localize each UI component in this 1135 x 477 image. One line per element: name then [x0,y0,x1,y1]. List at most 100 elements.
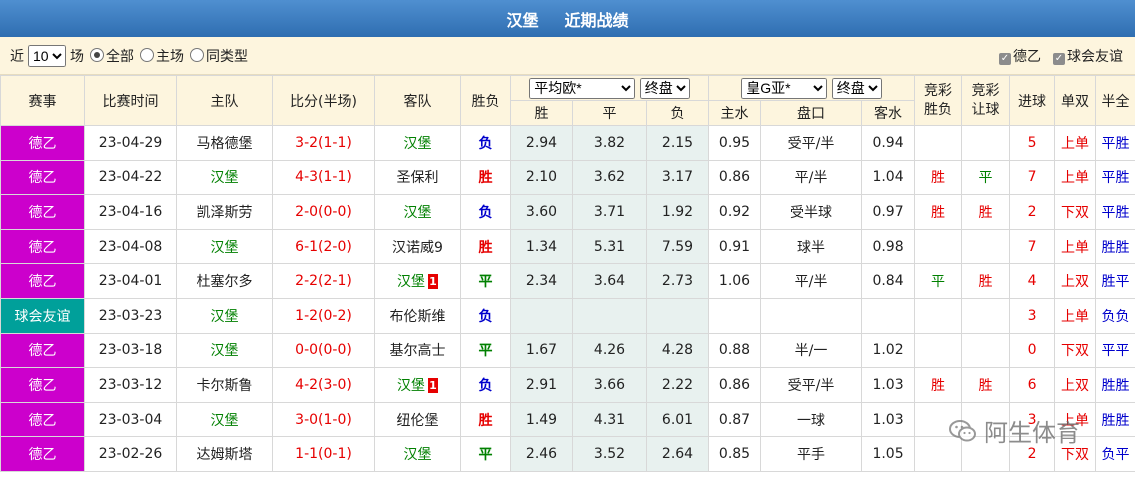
home-team-cell[interactable]: 汉堡 [176,228,273,265]
date-cell: 23-03-18 [84,332,177,369]
col-odd-even: 单双 [1054,75,1097,126]
score-cell[interactable]: 3-0(1-0) [272,401,375,438]
away-team-name: 汉堡 [403,135,432,152]
league-cell[interactable]: 德乙 [0,332,85,369]
checkbox-icon[interactable]: ✓ [999,52,1011,65]
match-count-select[interactable]: 10 [28,44,66,67]
score-cell[interactable]: 6-1(2-0) [272,228,375,265]
score-cell[interactable]: 4-3(1-1) [272,159,375,196]
asia-handicap-cell: 平/半 [760,159,863,196]
euro-company-select[interactable]: 平均欧* [529,77,636,99]
asia-away-water-cell [861,297,916,334]
col-asia-away-water: 客水 [861,100,916,126]
home-team-cell[interactable]: 杜塞尔多 [176,263,273,299]
date-cell: 23-04-29 [84,125,177,161]
table-row: 德乙 23-03-18 汉堡 0-0(0-0) 基尔高士平 1.67 4.26 4.28 0.8… [0,332,1135,369]
away-team-cell[interactable]: 汉堡 [374,194,461,230]
league-cell[interactable]: 德乙 [0,263,85,299]
asia-handicap-cell [760,297,863,334]
asia-phase-select[interactable]: 终盘 [831,77,882,99]
league-cell[interactable]: 球会友谊 [0,297,85,334]
col-euro-draw: 平 [572,100,647,126]
score-cell[interactable]: 3-2(1-1) [272,125,375,161]
home-team-cell[interactable]: 汉堡 [176,401,273,438]
table-row: 球会友谊 23-03-23 汉堡 1-2(0-2) 布伦斯维负 3 上单 负负 [0,297,1135,334]
away-team-cell[interactable]: 基尔高士 [374,332,461,369]
score-cell[interactable]: 2-2(2-1) [272,263,375,299]
jc-result-cell: 平 [914,263,963,299]
goals-cell: 2 [1009,194,1056,230]
league-cell[interactable]: 德乙 [0,436,85,472]
league-cell[interactable]: 德乙 [0,194,85,230]
score-cell[interactable]: 1-1(0-1) [272,436,375,472]
half-full-cell: 负负 [1095,297,1135,334]
euro-lose-cell: 6.01 [645,401,710,438]
euro-win-cell [510,297,573,334]
euro-draw-cell: 5.31 [572,228,647,265]
half-full-cell: 平胜 [1095,159,1135,196]
red-card-badge: 1 [428,274,438,290]
euro-lose-cell: 2.64 [645,436,710,472]
away-team-cell[interactable]: 布伦斯维 [374,297,461,334]
home-team-cell[interactable]: 凯泽斯劳 [176,194,273,230]
filter-radio-1[interactable] [140,47,154,62]
home-team-cell[interactable]: 卡尔斯鲁 [176,367,273,403]
home-team-cell[interactable]: 达姆斯塔 [176,436,273,472]
asia-handicap-cell: 受平/半 [760,367,863,403]
euro-win-cell: 2.46 [510,436,573,472]
league-cell[interactable]: 德乙 [0,367,85,403]
away-team-cell[interactable]: 汉诺威9 [374,228,461,265]
table-row: 德乙 23-04-08 汉堡 6-1(2-0) 汉诺威9 胜 1.34 5.31 7.59 0.9… [0,228,1135,265]
away-team-cell[interactable]: 圣保利 [374,159,461,196]
league-cell[interactable]: 德乙 [0,125,85,161]
home-team-cell[interactable]: 汉堡 [176,332,273,369]
checkbox-icon[interactable]: ✓ [1053,52,1065,65]
date-cell: 23-04-01 [84,263,177,299]
euro-phase-select[interactable]: 终盘 [639,77,690,99]
filter-radio-2[interactable] [190,47,204,62]
away-team-cell[interactable]: 汉堡 1 [374,263,461,299]
league-cell[interactable]: 德乙 [0,401,85,438]
score-cell[interactable]: 2-0(0-0) [272,194,375,230]
home-team-cell[interactable]: 汉堡 [176,159,273,196]
score-cell[interactable]: 4-2(3-0) [272,367,375,403]
home-team-cell[interactable]: 汉堡 [176,297,273,334]
euro-win-cell: 1.49 [510,401,573,438]
count-prefix: 近 [10,48,24,65]
away-team-cell[interactable]: 汉堡 [374,125,461,161]
jc-handicap-cell: 胜 [961,263,1011,299]
away-team-name: 汉堡 [403,447,432,464]
jc-handicap-cell [961,125,1011,161]
league-cell[interactable]: 德乙 [0,228,85,265]
home-team-cell[interactable]: 马格德堡 [176,125,273,161]
away-team-name: 汉诺威9 [392,239,443,256]
filter-toolbar: 近 10 场 全部 主场 同类型 ✓ 德乙 ✓ 球会友谊 [0,37,1135,75]
score-cell[interactable]: 0-0(0-0) [272,332,375,369]
result-cell: 胜 [460,159,511,196]
result-cell: 负 [460,297,511,334]
jc-result-cell [914,297,963,334]
asia-company-select[interactable]: 皇G亚* [741,77,828,99]
result-cell: 负 [460,194,511,230]
away-team-name: 汉堡 [403,204,432,221]
odd-even-cell: 上单 [1054,125,1097,161]
table-row: 德乙 23-04-16 凯泽斯劳 2-0(0-0) 汉堡负 3.60 3.71 1.92 0.9… [0,194,1135,230]
league-check-0[interactable]: ✓ 德乙 [999,46,1041,66]
league-cell[interactable]: 德乙 [0,159,85,196]
score-cell[interactable]: 1-2(0-2) [272,297,375,334]
euro-win-cell: 2.91 [510,367,573,403]
col-jc-result: 竞彩 胜负 [914,75,963,126]
result-cell: 负 [460,125,511,161]
league-checkboxes: ✓ 德乙 ✓ 球会友谊 [999,37,1123,74]
filter-radio-0[interactable] [90,47,104,62]
away-team-cell[interactable]: 纽伦堡 [374,401,461,438]
result-cell: 胜 [460,401,511,438]
col-euro-win: 胜 [510,100,573,126]
half-full-cell: 胜胜 [1095,228,1135,265]
half-full-cell: 平胜 [1095,125,1135,161]
away-team-cell[interactable]: 汉堡 [374,436,461,472]
league-check-1[interactable]: ✓ 球会友谊 [1053,46,1123,66]
half-full-cell: 平胜 [1095,194,1135,230]
asia-away-water-cell: 0.94 [861,125,916,161]
away-team-cell[interactable]: 汉堡 1 [374,367,461,403]
